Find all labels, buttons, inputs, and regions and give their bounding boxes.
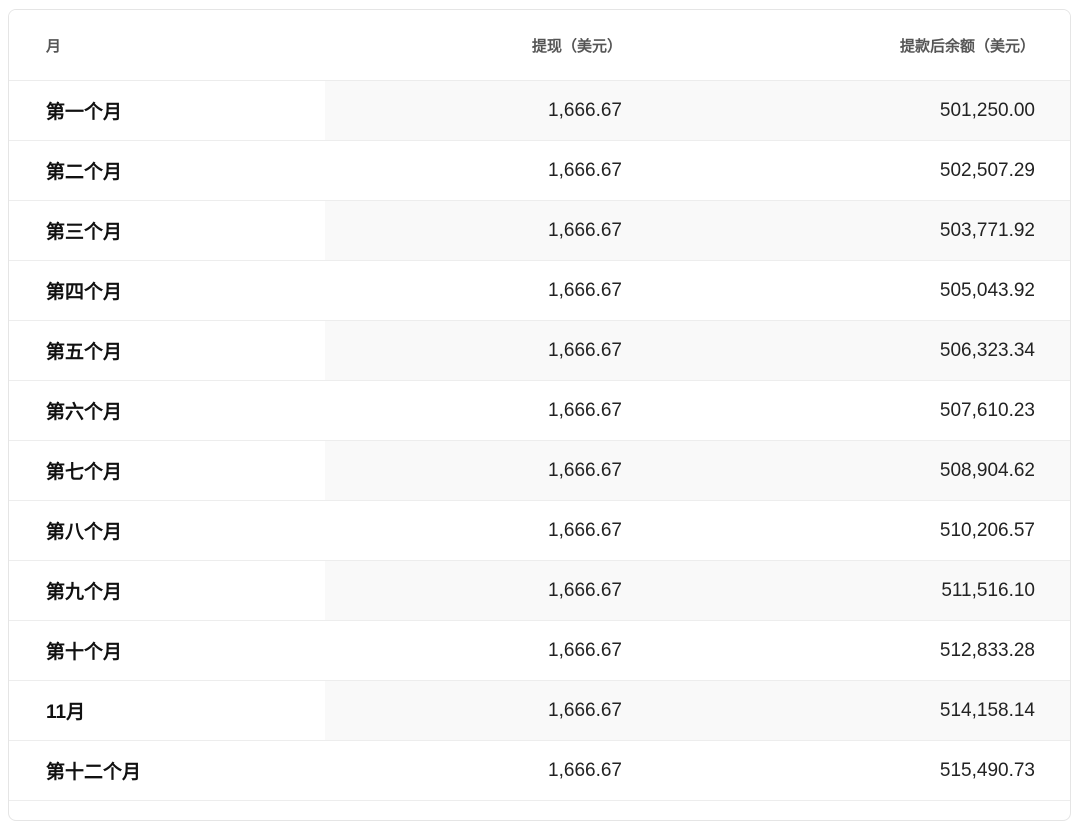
- withdrawal-table-card: 月 提现（美元） 提款后余额（美元） 第一个月 1,666.67 501,250…: [8, 9, 1071, 821]
- withdrawal-cell: 1,666.67: [325, 620, 633, 681]
- month-cell: 第一个月: [9, 80, 325, 141]
- balance-cell: 512,833.28: [633, 620, 1070, 681]
- table-row: 第四个月 1,666.67 505,043.92: [9, 260, 1070, 321]
- balance-cell: 510,206.57: [633, 500, 1070, 561]
- withdrawal-cell: 1,666.67: [325, 380, 633, 441]
- table-row: 第十二个月 1,666.67 515,490.73: [9, 740, 1070, 801]
- balance-cell: 508,904.62: [633, 440, 1070, 501]
- month-cell: 11月: [9, 680, 325, 741]
- withdrawal-cell: 1,666.67: [325, 740, 633, 801]
- column-header-balance: 提款后余额（美元）: [633, 10, 1070, 81]
- table-row: 第八个月 1,666.67 510,206.57: [9, 500, 1070, 561]
- table-row: 第七个月 1,666.67 508,904.62: [9, 440, 1070, 501]
- withdrawal-cell: 1,666.67: [325, 80, 633, 141]
- month-cell: 第四个月: [9, 260, 325, 321]
- table-header: 月 提现（美元） 提款后余额（美元）: [9, 10, 1070, 81]
- table-row: 第六个月 1,666.67 507,610.23: [9, 380, 1070, 441]
- withdrawal-cell: 1,666.67: [325, 560, 633, 621]
- month-cell: 第十二个月: [9, 740, 325, 801]
- month-cell: 第九个月: [9, 560, 325, 621]
- withdrawal-cell: 1,666.67: [325, 320, 633, 381]
- withdrawal-table: 月 提现（美元） 提款后余额（美元） 第一个月 1,666.67 501,250…: [9, 10, 1070, 801]
- withdrawal-cell: 1,666.67: [325, 140, 633, 201]
- month-cell: 第二个月: [9, 140, 325, 201]
- withdrawal-cell: 1,666.67: [325, 500, 633, 561]
- month-cell: 第三个月: [9, 200, 325, 261]
- balance-cell: 507,610.23: [633, 380, 1070, 441]
- balance-cell: 515,490.73: [633, 740, 1070, 801]
- table-row: 第二个月 1,666.67 502,507.29: [9, 140, 1070, 201]
- header-row: 月 提现（美元） 提款后余额（美元）: [9, 10, 1070, 81]
- month-cell: 第八个月: [9, 500, 325, 561]
- balance-cell: 501,250.00: [633, 80, 1070, 141]
- table-row: 11月 1,666.67 514,158.14: [9, 680, 1070, 741]
- withdrawal-cell: 1,666.67: [325, 680, 633, 741]
- withdrawal-cell: 1,666.67: [325, 260, 633, 321]
- withdrawal-cell: 1,666.67: [325, 200, 633, 261]
- column-header-month: 月: [9, 10, 325, 81]
- balance-cell: 514,158.14: [633, 680, 1070, 741]
- table-row: 第五个月 1,666.67 506,323.34: [9, 320, 1070, 381]
- withdrawal-cell: 1,666.67: [325, 440, 633, 501]
- balance-cell: 511,516.10: [633, 560, 1070, 621]
- balance-cell: 505,043.92: [633, 260, 1070, 321]
- column-header-withdrawal: 提现（美元）: [325, 10, 633, 81]
- table-row: 第十个月 1,666.67 512,833.28: [9, 620, 1070, 681]
- month-cell: 第十个月: [9, 620, 325, 681]
- balance-cell: 506,323.34: [633, 320, 1070, 381]
- table-body: 第一个月 1,666.67 501,250.00 第二个月 1,666.67 5…: [9, 80, 1070, 801]
- table-row: 第九个月 1,666.67 511,516.10: [9, 560, 1070, 621]
- balance-cell: 502,507.29: [633, 140, 1070, 201]
- table-row: 第一个月 1,666.67 501,250.00: [9, 80, 1070, 141]
- month-cell: 第六个月: [9, 380, 325, 441]
- table-row: 第三个月 1,666.67 503,771.92: [9, 200, 1070, 261]
- month-cell: 第七个月: [9, 440, 325, 501]
- month-cell: 第五个月: [9, 320, 325, 381]
- balance-cell: 503,771.92: [633, 200, 1070, 261]
